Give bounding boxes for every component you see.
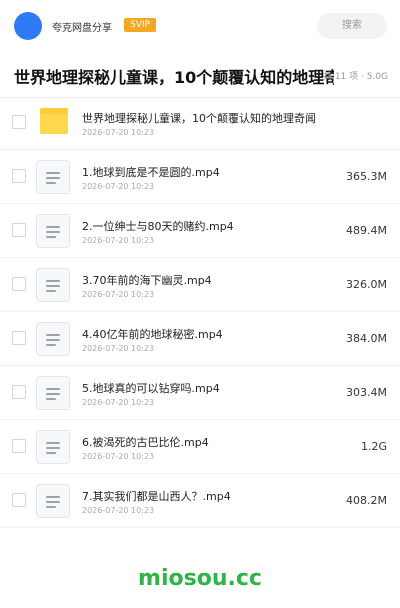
item-checkbox[interactable] (12, 277, 26, 291)
item-size: 489.4M (346, 224, 387, 237)
item-name: 5.地球真的可以钻穿吗.mp4 (82, 382, 220, 395)
item-name: 4.40亿年前的地球秘密.mp4 (82, 328, 223, 341)
item-name: 1.地球到底是不是圆的.mp4 (82, 166, 220, 179)
item-date: 2026-07-20 10:23 (82, 128, 155, 137)
video-file-icon (36, 376, 70, 410)
item-checkbox[interactable] (12, 331, 26, 345)
item-date: 2026-07-20 10:23 (82, 452, 155, 461)
footer: miosou.cc (0, 550, 400, 600)
item-name: 2.一位绅士与80天的赌约.mp4 (82, 220, 234, 233)
video-file-icon (36, 160, 70, 194)
item-size: 1.2G (360, 440, 387, 453)
item-checkbox[interactable] (12, 223, 26, 237)
title-row: 世界地理探秘儿童课，10个颠覆认知的地理奇闻 共 11 项 · 5.0G (0, 52, 400, 97)
item-date: 2026-07-20 10:23 (82, 236, 155, 245)
list-item[interactable]: 世界地理探秘儿童课，10个颠覆认知的地理奇闻 2026-07-20 10:23 (0, 96, 400, 150)
video-file-icon (36, 484, 70, 518)
item-checkbox[interactable] (12, 385, 26, 399)
item-size: 408.2M (346, 494, 387, 507)
item-size: 365.3M (346, 170, 387, 183)
folder-icon (40, 108, 68, 134)
item-date: 2026-07-20 10:23 (82, 182, 155, 191)
item-size: 303.4M (346, 386, 387, 399)
item-size: 384.0M (346, 332, 387, 345)
list-item[interactable]: 7.其实我们都是山西人？.mp4 2026-07-20 10:23 408.2M (0, 474, 400, 528)
item-date: 2026-07-20 10:23 (82, 344, 155, 353)
item-date: 2026-07-20 10:23 (82, 398, 155, 407)
page-title: 世界地理探秘儿童课，10个颠覆认知的地理奇闻 (14, 68, 334, 87)
item-checkbox[interactable] (12, 439, 26, 453)
item-date: 2026-07-20 10:23 (82, 290, 155, 299)
list-item[interactable]: 6.被渴死的古巴比伦.mp4 2026-07-20 10:23 1.2G (0, 420, 400, 474)
item-name: 3.70年前的海下幽灵.mp4 (82, 274, 212, 287)
video-file-icon (36, 322, 70, 356)
list-item[interactable]: 4.40亿年前的地球秘密.mp4 2026-07-20 10:23 384.0M (0, 312, 400, 366)
video-file-icon (36, 214, 70, 248)
list-item[interactable]: 1.地球到底是不是圆的.mp4 2026-07-20 10:23 365.3M (0, 150, 400, 204)
item-size: 326.0M (346, 278, 387, 291)
list-item[interactable]: 5.地球真的可以钻穿吗.mp4 2026-07-20 10:23 303.4M (0, 366, 400, 420)
item-name: 世界地理探秘儿童课，10个颠覆认知的地理奇闻 (82, 112, 316, 125)
item-checkbox[interactable] (12, 115, 26, 129)
top-bar: 夸克网盘分享 SVIP 搜索 (0, 0, 400, 52)
file-list: 世界地理探秘儿童课，10个颠覆认知的地理奇闻 2026-07-20 10:23 1.… (0, 96, 400, 528)
item-name: 6.被渴死的古巴比伦.mp4 (82, 436, 209, 449)
item-count-meta: 共 11 项 · 5.0G (322, 72, 388, 82)
item-checkbox[interactable] (12, 493, 26, 507)
list-item[interactable]: 3.70年前的海下幽灵.mp4 2026-07-20 10:23 326.0M (0, 258, 400, 312)
search-input[interactable]: 搜索 (317, 13, 387, 39)
app-name: 夸克网盘分享 (52, 23, 112, 34)
item-name: 7.其实我们都是山西人？.mp4 (82, 490, 231, 503)
watermark: miosou.cc (138, 566, 262, 591)
item-checkbox[interactable] (12, 169, 26, 183)
video-file-icon (36, 430, 70, 464)
avatar[interactable] (14, 12, 42, 40)
item-date: 2026-07-20 10:23 (82, 506, 155, 515)
video-file-icon (36, 268, 70, 302)
list-item[interactable]: 2.一位绅士与80天的赌约.mp4 2026-07-20 10:23 489.4M (0, 204, 400, 258)
svip-badge: SVIP (124, 18, 156, 32)
